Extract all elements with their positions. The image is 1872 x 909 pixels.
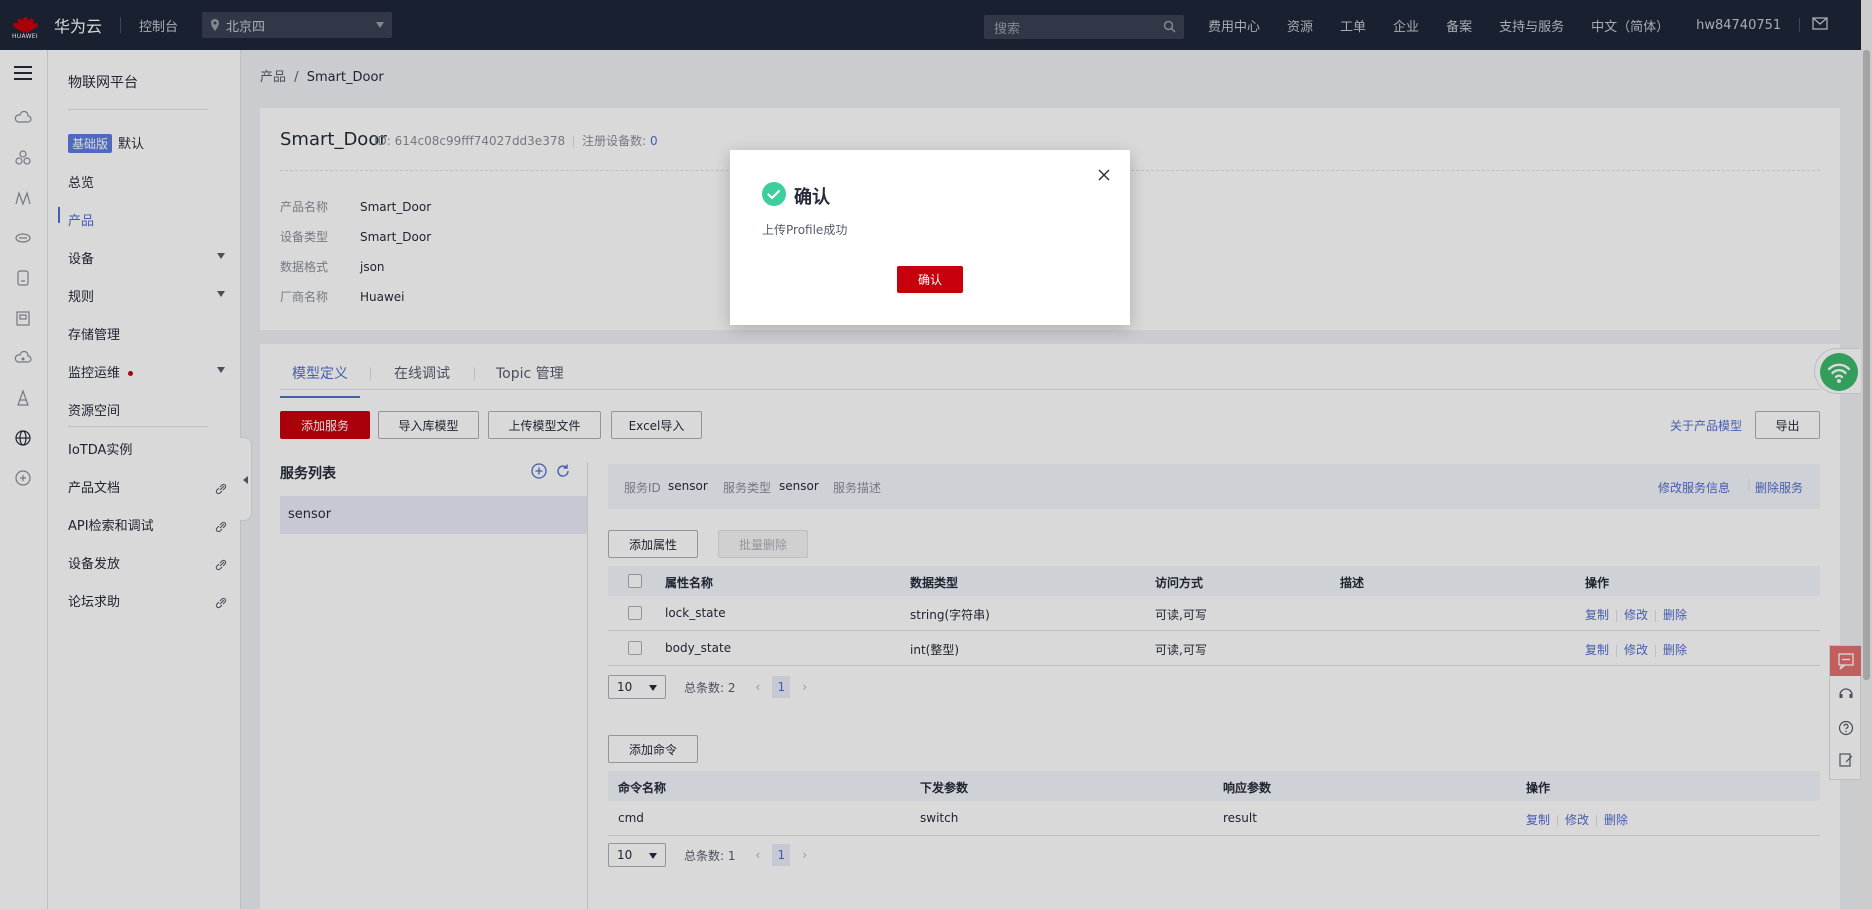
dialog-title: 确认 — [794, 187, 830, 208]
confirm-button[interactable]: 确认 — [897, 266, 963, 293]
modal-backdrop[interactable] — [0, 0, 1872, 909]
confirm-dialog: 确认 上传Profile成功 确认 — [730, 150, 1130, 325]
close-icon[interactable] — [1098, 169, 1110, 181]
dialog-message: 上传Profile成功 — [762, 223, 848, 237]
success-check-icon — [762, 182, 786, 206]
